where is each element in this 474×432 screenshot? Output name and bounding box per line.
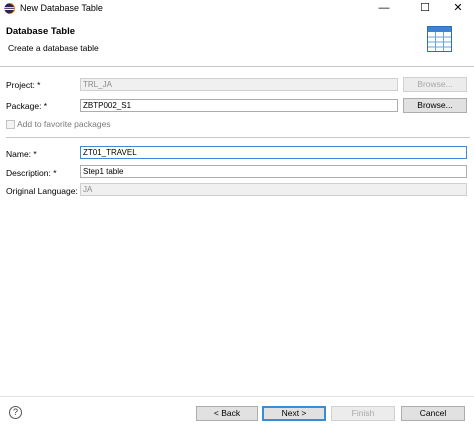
close-button[interactable]: ✕: [443, 0, 473, 17]
eclipse-icon: [4, 3, 15, 14]
finish-button: Finish: [331, 406, 395, 421]
package-browse-button[interactable]: Browse...: [403, 98, 467, 113]
page-title: Database Table: [6, 26, 75, 37]
next-button[interactable]: Next >: [262, 406, 326, 421]
package-label: Package: *: [6, 101, 48, 111]
minimize-button[interactable]: —: [369, 0, 399, 17]
footer-separator: [0, 396, 474, 397]
favorite-checkbox[interactable]: [6, 120, 15, 129]
maximize-button[interactable]: ☐: [410, 0, 440, 17]
language-field: JA: [80, 183, 467, 196]
project-label: Project: *: [6, 80, 41, 90]
description-label: Description: *: [6, 168, 57, 178]
form-separator: [6, 137, 470, 138]
favorite-label: Add to favorite packages: [17, 119, 111, 129]
back-button[interactable]: < Back: [196, 406, 258, 421]
project-browse-button: Browse...: [403, 77, 467, 92]
name-field[interactable]: ZT01_TRAVEL: [80, 146, 467, 159]
name-label: Name: *: [6, 149, 37, 159]
project-field: TRL_JA: [80, 78, 398, 91]
language-label: Original Language:: [6, 186, 78, 196]
package-field[interactable]: ZBTP002_S1: [80, 99, 398, 112]
table-icon: [427, 26, 452, 52]
help-icon[interactable]: ?: [9, 406, 22, 419]
cancel-button[interactable]: Cancel: [401, 406, 465, 421]
description-field[interactable]: Step1 table: [80, 165, 467, 178]
page-subtitle: Create a database table: [8, 43, 99, 53]
window-title: New Database Table: [20, 3, 103, 13]
